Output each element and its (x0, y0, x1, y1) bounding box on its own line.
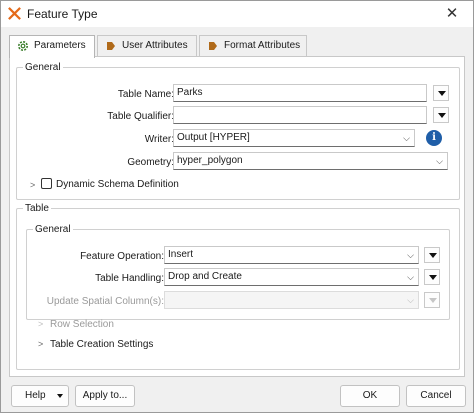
dynamic-schema-label[interactable]: Dynamic Schema Definition (56, 179, 179, 190)
app-fme-icon (8, 7, 21, 20)
ok-button[interactable]: OK (340, 385, 400, 407)
chevron-down-icon: ⌵ (436, 156, 443, 166)
dropdown-arrow-icon (429, 298, 437, 303)
general-group-title: General (25, 62, 61, 73)
row-selection-label[interactable]: Row Selection (50, 319, 114, 330)
table-handling-select[interactable]: Drop and Create ⌵ (164, 268, 419, 286)
update-spatial-columns-label: Update Spatial Column(s): (46, 296, 164, 307)
apply-to-button[interactable]: Apply to... (75, 385, 135, 407)
chevron-down-icon: ⌵ (407, 272, 414, 282)
dropdown-arrow-icon (429, 275, 437, 280)
writer-label: Writer: (144, 134, 174, 145)
table-handling-label: Table Handling: (95, 273, 164, 284)
tab-parameters-label: Parameters (34, 40, 86, 51)
dropdown-arrow-icon (429, 253, 437, 258)
dynamic-schema-checkbox[interactable] (41, 178, 52, 189)
writer-select[interactable]: Output [HYPER] ⌵ (173, 129, 415, 147)
dynamic-schema-expander-icon[interactable]: > (30, 180, 35, 190)
title-bar: Feature Type ✕ (1, 1, 473, 27)
cancel-button[interactable]: Cancel (406, 385, 466, 407)
feature-operation-menu-button[interactable] (424, 247, 440, 263)
table-qualifier-menu-button[interactable] (433, 107, 449, 123)
geometry-label: Geometry: (127, 157, 174, 168)
table-creation-expander-icon[interactable]: > (38, 339, 43, 349)
help-button-label: Help (25, 390, 46, 401)
table-name-menu-button[interactable] (433, 85, 449, 101)
arrow-tag-icon (209, 42, 217, 50)
writer-select-value: Output [HYPER] (177, 132, 250, 143)
dropdown-arrow-icon (57, 394, 63, 398)
chevron-down-icon: ⌵ (403, 133, 410, 143)
window-title: Feature Type (27, 7, 98, 21)
table-name-field[interactable]: Parks (173, 84, 427, 102)
geometry-select[interactable]: hyper_polygon ⌵ (173, 152, 448, 170)
table-qualifier-label: Table Qualifier: (107, 111, 174, 122)
tab-format-attributes[interactable]: Format Attributes (199, 35, 307, 57)
tab-user-attributes-label: User Attributes (122, 40, 188, 51)
table-handling-select-value: Drop and Create (168, 271, 242, 282)
tab-user-attributes[interactable]: User Attributes (97, 35, 197, 57)
gear-icon (18, 41, 28, 51)
table-creation-settings-label[interactable]: Table Creation Settings (50, 339, 153, 350)
feature-operation-select-value: Insert (168, 249, 194, 260)
row-selection-expander-icon[interactable]: > (38, 319, 43, 329)
dropdown-arrow-icon (438, 113, 446, 118)
tab-parameters[interactable]: Parameters (9, 35, 95, 58)
info-icon[interactable]: i (426, 130, 442, 146)
close-button[interactable]: ✕ (439, 4, 465, 24)
help-button[interactable]: Help (11, 385, 69, 407)
chevron-down-icon: ⌵ (407, 295, 414, 305)
parameters-panel: General Table Name: Parks Table Qualifie… (9, 56, 465, 377)
feature-operation-select[interactable]: Insert ⌵ (164, 246, 419, 264)
feature-operation-label: Feature Operation: (80, 251, 164, 262)
arrow-tag-icon (107, 42, 115, 50)
dropdown-arrow-icon (438, 91, 446, 96)
table-handling-menu-button[interactable] (424, 269, 440, 285)
chevron-down-icon: ⌵ (407, 250, 414, 260)
table-name-label: Table Name: (117, 89, 174, 100)
tab-format-attributes-label: Format Attributes (224, 40, 301, 51)
feature-type-dialog: Feature Type ✕ Parameters User Attribute… (0, 0, 474, 413)
geometry-select-value: hyper_polygon (177, 155, 243, 166)
update-spatial-columns-menu-button[interactable] (424, 292, 440, 308)
update-spatial-columns-select[interactable]: ⌵ (164, 291, 419, 309)
table-group-title: Table (25, 203, 49, 214)
table-general-group-title: General (35, 224, 71, 235)
table-qualifier-field[interactable] (173, 106, 427, 124)
